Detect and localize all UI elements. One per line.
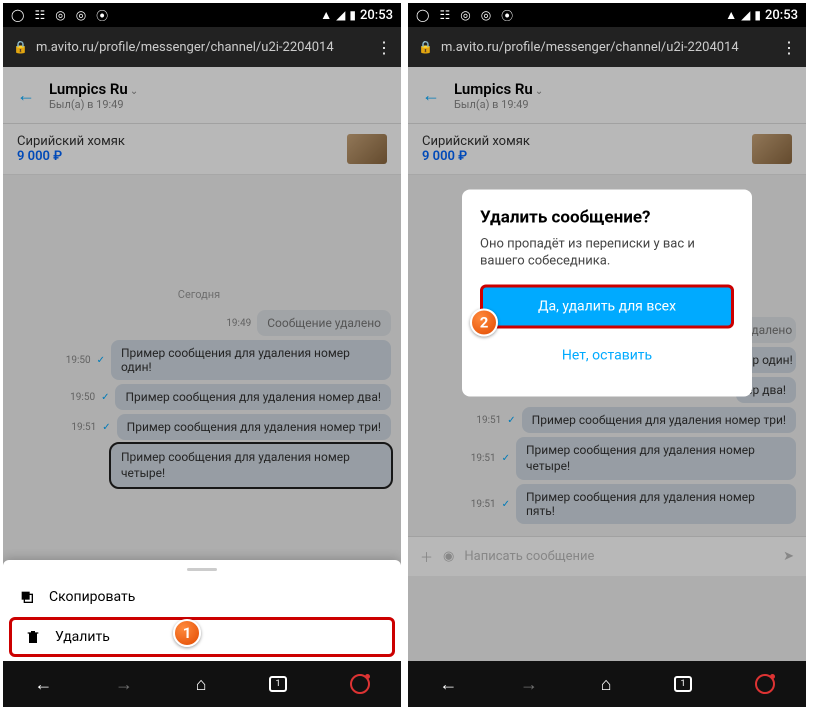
nav-home-icon[interactable]: ⌂: [601, 674, 612, 695]
nav-back-icon[interactable]: ←: [34, 674, 52, 695]
nav-opera-icon[interactable]: [350, 674, 370, 694]
nav-back-icon[interactable]: ←: [439, 674, 457, 695]
calendar-icon: ☷: [34, 8, 45, 22]
dialog-cancel-button[interactable]: Нет, оставить: [480, 336, 734, 374]
delete-dialog: Удалить сообщение? Оно пропадёт из переп…: [462, 189, 752, 396]
clock: 20:53: [360, 8, 393, 23]
signal-icon: ◢: [741, 8, 750, 22]
app-icon: ◎: [55, 8, 65, 22]
dialog-body: Оно пропадёт из переписки у вас и вашего…: [480, 235, 734, 270]
nav-tabs[interactable]: 1: [269, 676, 287, 692]
clock: 20:53: [765, 8, 798, 23]
shazam-icon: ⦿: [96, 7, 108, 24]
nav-forward-icon[interactable]: →: [520, 674, 538, 695]
opera-icon: ◯: [11, 8, 24, 22]
chat-area: ← Lumpics Ru⌄ Был(а) в 19:49 Сирийский х…: [408, 67, 806, 661]
action-sheet: Скопировать Удалить: [3, 560, 401, 661]
sheet-copy[interactable]: Скопировать: [3, 577, 401, 617]
url-text: m.avito.ru/profile/messenger/channel/u2i…: [36, 40, 368, 55]
copy-icon: [19, 589, 35, 605]
browser-navbar: ← → ⌂ 1: [408, 661, 806, 707]
app-icon: ◎: [460, 8, 470, 22]
opera-icon: ◯: [416, 8, 429, 22]
battery-icon: ▮: [349, 8, 356, 22]
app-icon-2: ◎: [76, 8, 86, 22]
shazam-icon: ⦿: [501, 7, 513, 24]
phone-left: ◯ ☷ ◎ ◎ ⦿ ▲ ◢ ▮ 20:53 🔒 m.avito.ru/profi…: [3, 3, 401, 707]
status-bar: ◯ ☷ ◎ ◎ ⦿ ▲ ◢ ▮ 20:53: [408, 3, 806, 27]
nav-opera-icon[interactable]: [755, 674, 775, 694]
battery-icon: ▮: [754, 8, 761, 22]
url-bar[interactable]: 🔒 m.avito.ru/profile/messenger/channel/u…: [408, 27, 806, 67]
signal-icon: ◢: [336, 8, 345, 22]
lock-icon: 🔒: [418, 40, 433, 54]
app-icon-2: ◎: [481, 8, 491, 22]
wifi-icon: ▲: [725, 8, 737, 22]
nav-forward-icon[interactable]: →: [115, 674, 133, 695]
lock-icon: 🔒: [13, 40, 28, 54]
phone-right: ◯ ☷ ◎ ◎ ⦿ ▲ ◢ ▮ 20:53 🔒 m.avito.ru/profi…: [408, 3, 806, 707]
browser-navbar: ← → ⌂ 1: [3, 661, 401, 707]
nav-home-icon[interactable]: ⌂: [196, 674, 207, 695]
url-text: m.avito.ru/profile/messenger/channel/u2i…: [441, 40, 773, 55]
dialog-title: Удалить сообщение?: [480, 207, 734, 227]
sheet-copy-label: Скопировать: [49, 589, 135, 605]
sheet-delete[interactable]: Удалить: [9, 617, 395, 657]
sheet-handle[interactable]: [187, 568, 217, 571]
dialog-confirm-button[interactable]: Да, удалить для всех: [480, 284, 734, 328]
step-badge-2: 2: [470, 308, 498, 336]
status-bar: ◯ ☷ ◎ ◎ ⦿ ▲ ◢ ▮ 20:53: [3, 3, 401, 27]
url-bar[interactable]: 🔒 m.avito.ru/profile/messenger/channel/u…: [3, 27, 401, 67]
step-badge-1: 1: [173, 619, 201, 647]
nav-tabs[interactable]: 1: [674, 676, 692, 692]
sheet-delete-label: Удалить: [55, 629, 110, 645]
trash-icon: [25, 629, 41, 645]
menu-icon[interactable]: ⋮: [376, 38, 391, 57]
menu-icon[interactable]: ⋮: [781, 38, 796, 57]
chat-area: ← Lumpics Ru⌄ Был(а) в 19:49 Сирийский х…: [3, 67, 401, 661]
calendar-icon: ☷: [439, 8, 450, 22]
wifi-icon: ▲: [320, 8, 332, 22]
